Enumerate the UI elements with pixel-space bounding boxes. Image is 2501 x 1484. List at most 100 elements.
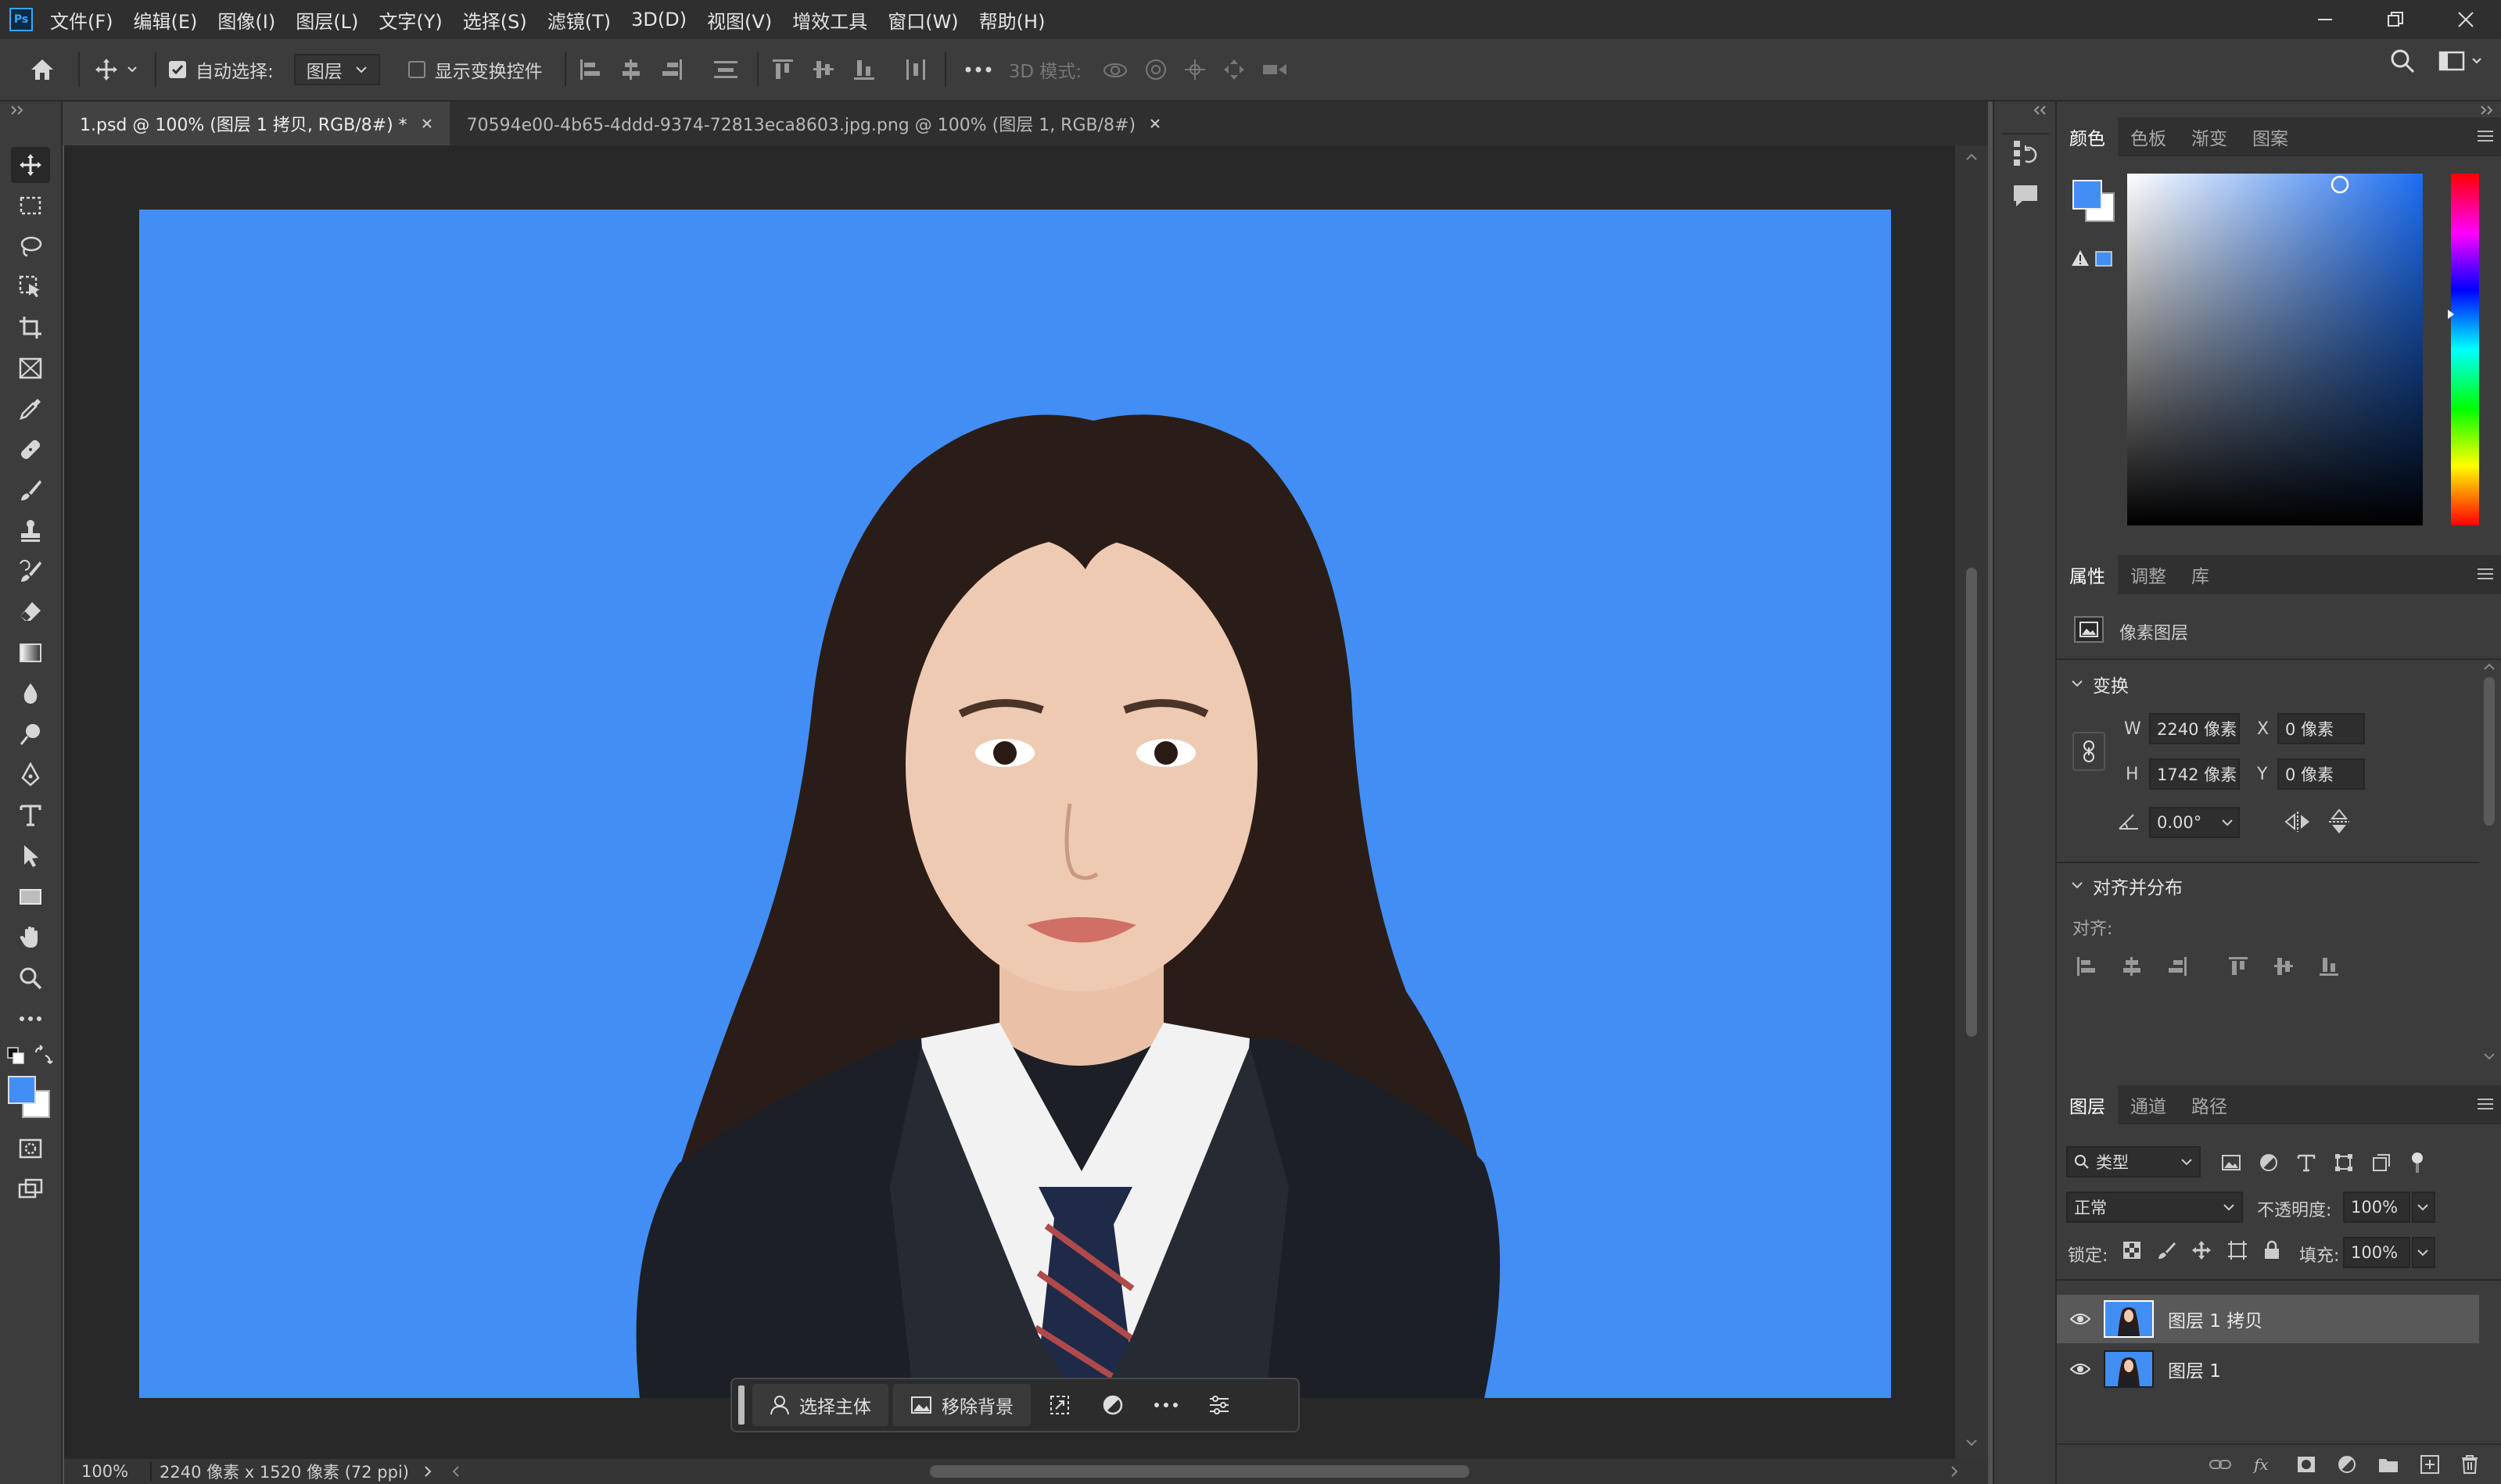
width-input[interactable]: 2240 像素 bbox=[2149, 713, 2240, 744]
auto-select-target-dropdown[interactable]: 图层 bbox=[293, 54, 380, 85]
x-input[interactable]: 0 像素 bbox=[2277, 713, 2365, 744]
filter-shape-icon[interactable] bbox=[2334, 1152, 2354, 1173]
3d-orbit-icon[interactable] bbox=[1102, 58, 1128, 81]
gamut-warning-icon[interactable] bbox=[2071, 249, 2115, 269]
collapse-arrows-icon[interactable] bbox=[9, 105, 25, 116]
flip-horizontal-icon[interactable] bbox=[2284, 810, 2312, 833]
tab-channels[interactable]: 通道 bbox=[2118, 1085, 2179, 1124]
blur-tool[interactable] bbox=[11, 676, 50, 712]
3d-scale-icon[interactable] bbox=[1261, 58, 1288, 81]
menu-help[interactable]: 帮助(H) bbox=[979, 6, 1046, 34]
select-subject-button[interactable]: 选择主体 bbox=[752, 1384, 888, 1426]
menu-select[interactable]: 选择(S) bbox=[463, 6, 527, 34]
filter-type-icon[interactable] bbox=[2296, 1152, 2316, 1173]
auto-select-checkbox[interactable] bbox=[169, 61, 186, 78]
menu-file[interactable]: 文件(F) bbox=[50, 6, 113, 34]
align-left-icon[interactable] bbox=[2076, 955, 2097, 977]
comments-panel-icon[interactable] bbox=[2011, 183, 2040, 210]
swap-colors-icon[interactable] bbox=[33, 1045, 55, 1066]
align-vertical-center-icon[interactable] bbox=[812, 58, 835, 81]
align-top-icon[interactable] bbox=[2227, 955, 2249, 977]
tab-paths[interactable]: 路径 bbox=[2179, 1085, 2240, 1124]
fill-input[interactable]: 100% bbox=[2343, 1237, 2410, 1268]
lock-position-icon[interactable] bbox=[2191, 1240, 2212, 1260]
tab-gradients[interactable]: 渐变 bbox=[2179, 117, 2240, 156]
lock-all-icon[interactable] bbox=[2263, 1240, 2280, 1260]
link-dimensions-button[interactable] bbox=[2072, 732, 2105, 771]
gradient-tool[interactable] bbox=[11, 635, 50, 671]
restore-button[interactable] bbox=[2360, 0, 2431, 39]
minimize-button[interactable] bbox=[2290, 0, 2360, 39]
rectangle-tool[interactable] bbox=[11, 879, 50, 915]
close-button[interactable] bbox=[2431, 0, 2501, 39]
menu-type[interactable]: 文字(Y) bbox=[379, 6, 442, 34]
color-picker-field[interactable] bbox=[2127, 174, 2423, 525]
brush-tool[interactable] bbox=[11, 472, 50, 508]
properties-scrollbar[interactable] bbox=[2479, 661, 2499, 1076]
zoom-tool[interactable] bbox=[11, 960, 50, 996]
expand-arrows-icon[interactable] bbox=[2032, 105, 2047, 116]
close-icon[interactable] bbox=[422, 118, 432, 129]
layer-row-copy[interactable]: 图层 1 拷贝 bbox=[2057, 1295, 2479, 1343]
workspace-icon[interactable] bbox=[2438, 48, 2485, 73]
history-brush-tool[interactable] bbox=[11, 554, 50, 590]
drag-handle[interactable] bbox=[738, 1385, 745, 1425]
menu-view[interactable]: 视图(V) bbox=[707, 6, 772, 34]
layer-visibility-toggle[interactable] bbox=[2057, 1313, 2104, 1325]
flip-vertical-icon[interactable] bbox=[2327, 808, 2351, 835]
tab-swatches[interactable]: 色板 bbox=[2118, 117, 2179, 156]
layer-name[interactable]: 图层 1 拷贝 bbox=[2168, 1306, 2262, 1332]
hand-tool[interactable] bbox=[11, 919, 50, 955]
menu-plugins[interactable]: 增效工具 bbox=[792, 6, 867, 34]
transform-section-header[interactable]: 变换 bbox=[2071, 671, 2129, 697]
lock-transparent-pixels-icon[interactable] bbox=[2122, 1241, 2141, 1260]
new-adjustment-layer-icon[interactable] bbox=[2337, 1454, 2357, 1475]
fill-slider-toggle[interactable] bbox=[2412, 1237, 2435, 1268]
chevron-right-icon[interactable] bbox=[423, 1465, 432, 1478]
layer-name[interactable]: 图层 1 bbox=[2168, 1356, 2221, 1382]
tab-patterns[interactable]: 图案 bbox=[2240, 117, 2301, 156]
vertical-scroll-thumb[interactable] bbox=[1966, 568, 1977, 1037]
lock-image-pixels-icon[interactable] bbox=[2157, 1241, 2176, 1260]
filter-smart-object-icon[interactable] bbox=[2371, 1152, 2392, 1173]
scroll-up-icon[interactable] bbox=[2483, 661, 2496, 671]
dodge-tool[interactable] bbox=[11, 716, 50, 752]
scroll-right-icon[interactable] bbox=[1950, 1465, 1959, 1478]
align-top-icon[interactable] bbox=[771, 58, 795, 81]
scroll-down-icon[interactable] bbox=[1965, 1439, 1978, 1448]
opacity-slider-toggle[interactable] bbox=[2412, 1192, 2435, 1223]
distribute-vertical-icon[interactable] bbox=[712, 58, 740, 81]
zoom-level[interactable]: 100% bbox=[64, 1462, 142, 1481]
align-horizontal-center-icon[interactable] bbox=[2121, 955, 2143, 977]
tab-color[interactable]: 颜色 bbox=[2057, 117, 2118, 156]
menu-edit[interactable]: 编辑(E) bbox=[134, 6, 198, 34]
align-bottom-icon[interactable] bbox=[2318, 955, 2340, 977]
layer-effects-icon[interactable]: fx bbox=[2252, 1455, 2276, 1474]
quick-mask-button[interactable] bbox=[11, 1131, 50, 1167]
lasso-tool[interactable] bbox=[11, 228, 50, 264]
menu-3d[interactable]: 3D(D) bbox=[631, 9, 687, 30]
move-tool-preset-picker[interactable] bbox=[92, 57, 142, 82]
panel-menu-icon[interactable] bbox=[2476, 128, 2495, 144]
edit-toolbar-button[interactable] bbox=[11, 1001, 50, 1037]
lock-artboard-icon[interactable] bbox=[2227, 1240, 2248, 1260]
show-transform-checkbox[interactable] bbox=[407, 61, 425, 78]
tab-1-psd[interactable]: 1.psd @ 100% (图层 1 拷贝, RGB/8#) * bbox=[63, 102, 450, 145]
taskbar-settings-button[interactable] bbox=[1195, 1384, 1243, 1426]
menu-image[interactable]: 图像(I) bbox=[217, 6, 275, 34]
document-canvas[interactable] bbox=[139, 210, 1891, 1398]
filter-pixel-icon[interactable] bbox=[2221, 1152, 2241, 1173]
blend-mode-dropdown[interactable]: 正常 bbox=[2066, 1192, 2243, 1223]
panel-menu-icon[interactable] bbox=[2476, 1096, 2495, 1112]
y-input[interactable]: 0 像素 bbox=[2277, 758, 2365, 790]
more-options-button[interactable] bbox=[959, 66, 998, 73]
menu-window[interactable]: 窗口(W) bbox=[888, 6, 958, 34]
align-right-icon[interactable] bbox=[2166, 955, 2188, 977]
filter-toggle-icon[interactable] bbox=[2409, 1151, 2426, 1174]
type-tool[interactable] bbox=[11, 798, 50, 833]
align-section-header[interactable]: 对齐并分布 bbox=[2071, 873, 2183, 899]
clone-stamp-tool[interactable] bbox=[11, 513, 50, 549]
layer-filter-dropdown[interactable]: 类型 bbox=[2066, 1146, 2201, 1178]
layer-row-base[interactable]: 图层 1 bbox=[2057, 1345, 2479, 1393]
distribute-horizontal-icon[interactable] bbox=[904, 58, 928, 81]
